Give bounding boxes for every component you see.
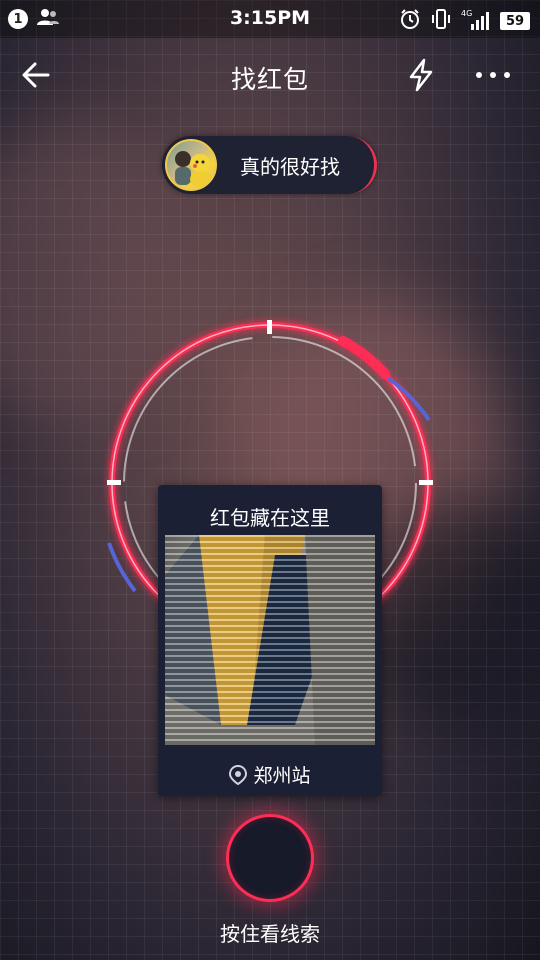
- clue-location: 郑州站: [158, 761, 382, 788]
- signal-icon: 4G: [461, 9, 491, 31]
- hold-to-view-clue-button[interactable]: [226, 814, 314, 902]
- clue-card-title: 红包藏在这里: [210, 506, 330, 530]
- clue-card: 红包藏在这里 郑州站: [158, 485, 382, 796]
- flash-button[interactable]: [404, 58, 438, 92]
- screen: 1 3:15PM 4G 59 找红包 真的很好找 红包藏在这里 郑州站 按住看线…: [0, 0, 540, 960]
- scanline-overlay: [165, 535, 375, 745]
- hold-button-label: 按住看线索: [220, 922, 320, 946]
- more-dots-icon: [476, 72, 510, 78]
- page-title: 找红包: [230, 65, 309, 94]
- alarm-icon: [399, 8, 421, 34]
- sender-info-pill: 真的很好找: [162, 136, 377, 194]
- top-nav-bar: 找红包: [0, 48, 540, 102]
- more-button[interactable]: [472, 62, 514, 88]
- clue-photo: [165, 535, 375, 745]
- sender-hint-text: 真的很好找: [240, 155, 340, 179]
- status-bar: 1 3:15PM 4G 59: [0, 0, 540, 38]
- avatar: [165, 139, 217, 191]
- location-pin-icon: [229, 764, 248, 785]
- location-name: 郑州站: [253, 765, 311, 787]
- battery-indicator: 59: [500, 12, 530, 30]
- lightning-icon: [409, 58, 433, 92]
- vibrate-icon: [430, 8, 452, 34]
